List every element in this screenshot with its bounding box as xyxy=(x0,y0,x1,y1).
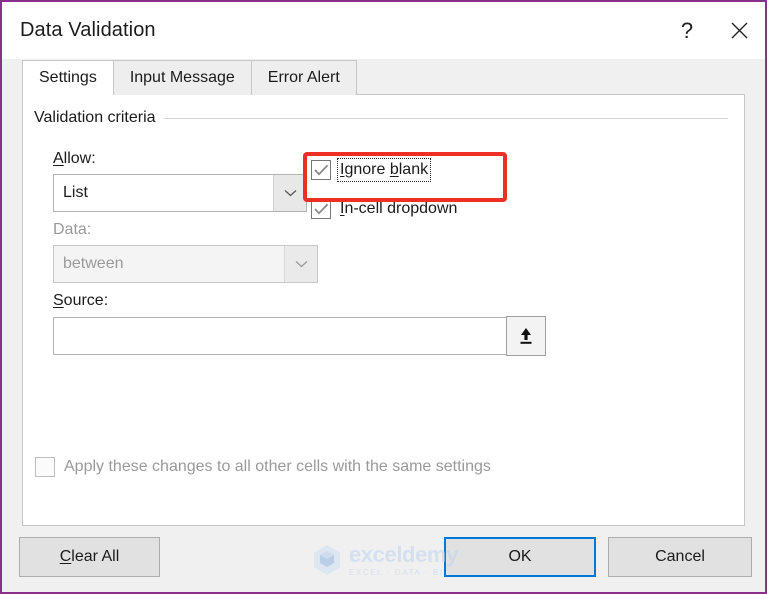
chevron-down-icon xyxy=(284,190,296,197)
apply-all-checkbox[interactable] xyxy=(35,457,55,477)
apply-all-checkbox-row[interactable]: Apply these changes to all other cells w… xyxy=(35,457,491,477)
ignore-blank-checkbox[interactable] xyxy=(311,160,331,180)
chevron-down-icon xyxy=(295,261,307,268)
dialog-footer: Clear All OK Cancel xyxy=(2,526,765,592)
ok-button[interactable]: OK xyxy=(444,537,596,577)
validation-criteria-group-header: Validation criteria xyxy=(34,109,728,127)
tab-input-message[interactable]: Input Message xyxy=(112,60,252,95)
tab-error-alert[interactable]: Error Alert xyxy=(250,60,357,95)
allow-value: List xyxy=(63,184,88,201)
dialog-title: Data Validation xyxy=(20,19,156,41)
data-label: Data: xyxy=(53,221,92,238)
caption-button-group: ? xyxy=(661,2,765,59)
group-separator-line xyxy=(163,117,728,119)
clear-all-label: Clear All xyxy=(59,548,120,565)
checkmark-icon xyxy=(313,164,328,176)
source-input[interactable] xyxy=(53,317,527,355)
tab-settings-label: Settings xyxy=(39,69,97,86)
data-dropdown[interactable]: between xyxy=(53,245,318,283)
source-range-select-button[interactable] xyxy=(506,316,546,356)
data-validation-dialog: Data Validation ? Settings Input Message… xyxy=(0,0,767,594)
checkmark-icon xyxy=(313,203,328,215)
in-cell-dropdown-checkbox-row[interactable]: In-cell dropdown xyxy=(311,199,457,219)
tab-error-alert-label: Error Alert xyxy=(267,69,340,86)
range-select-icon xyxy=(520,328,532,344)
data-value: between xyxy=(63,255,124,272)
cancel-label: Cancel xyxy=(655,548,705,565)
dialog-titlebar: Data Validation ? xyxy=(2,2,765,59)
in-cell-dropdown-checkbox[interactable] xyxy=(311,199,331,219)
source-label: Source: xyxy=(53,292,109,309)
allow-dropdown[interactable]: List xyxy=(53,174,307,212)
in-cell-dropdown-label: In-cell dropdown xyxy=(340,200,458,217)
tab-strip: Settings Input Message Error Alert xyxy=(22,59,765,95)
help-button[interactable]: ? xyxy=(661,8,713,54)
clear-all-button[interactable]: Clear All xyxy=(19,537,160,577)
close-button[interactable] xyxy=(713,8,765,54)
tab-settings[interactable]: Settings xyxy=(22,60,114,95)
close-icon xyxy=(731,22,747,39)
ok-label: OK xyxy=(508,548,532,565)
allow-dropdown-arrow[interactable] xyxy=(273,175,306,211)
cancel-button[interactable]: Cancel xyxy=(608,537,752,577)
validation-criteria-label: Validation criteria xyxy=(34,109,156,126)
settings-tab-panel: Validation criteria Allow: List Data: be… xyxy=(22,94,745,526)
apply-all-label: Apply these changes to all other cells w… xyxy=(64,458,491,475)
allow-label: Allow: xyxy=(53,150,96,167)
tab-input-message-label: Input Message xyxy=(129,69,235,86)
ignore-blank-checkbox-row[interactable]: Ignore blank xyxy=(311,158,432,182)
ignore-blank-label: Ignore blank xyxy=(336,158,432,182)
data-dropdown-arrow[interactable] xyxy=(284,246,317,282)
